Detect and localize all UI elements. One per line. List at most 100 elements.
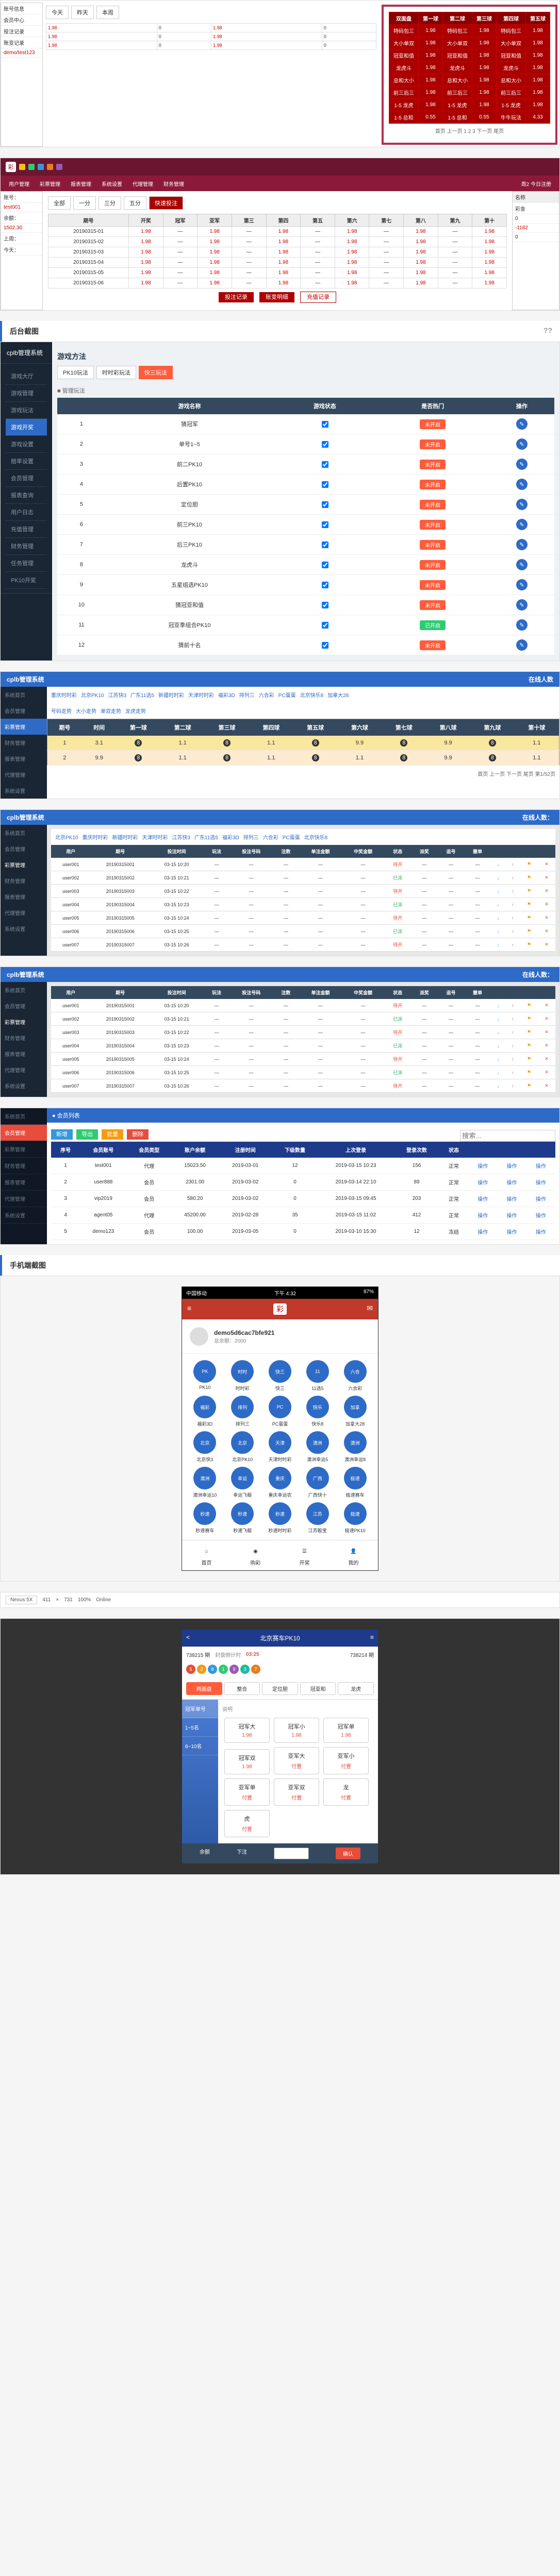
bet-option[interactable]: 虎付置 xyxy=(224,1810,270,1837)
row-action[interactable]: 操作 xyxy=(477,1180,488,1186)
action-icon[interactable]: ✕ xyxy=(545,1043,549,1048)
device-select[interactable]: Nexus 5X xyxy=(6,1596,37,1604)
action-icon[interactable]: ⚑ xyxy=(527,1070,531,1075)
edit-btn[interactable]: ✎ xyxy=(516,438,528,450)
action-icon[interactable]: ✕ xyxy=(545,1016,549,1021)
pager[interactable]: 首页 上一页 下一页 尾页 第1/52页 xyxy=(47,766,559,782)
sidebar-item[interactable]: 任务管理 xyxy=(6,555,47,572)
tab-buy[interactable]: ◉购彩 xyxy=(231,1540,280,1570)
action-icon[interactable]: ✕ xyxy=(545,942,549,947)
sidebar-item[interactable]: PK10开奖 xyxy=(6,572,47,589)
row-action[interactable]: 操作 xyxy=(536,1164,546,1170)
action-icon[interactable]: ↓ xyxy=(497,862,500,867)
nav-item[interactable]: 代理管理 xyxy=(129,179,156,189)
action-icon[interactable]: ✕ xyxy=(545,861,549,867)
nav-item[interactable]: 报表管理 xyxy=(68,179,94,189)
sidebar-item[interactable]: 会员管理 xyxy=(6,470,47,487)
action-icon[interactable]: ✕ xyxy=(545,1083,549,1088)
game-icon[interactable]: 澳洲澳洲幸运10 xyxy=(188,1467,222,1498)
game-icon[interactable]: 江苏江苏骰宝 xyxy=(301,1502,334,1534)
game-icon[interactable]: 快乐快乐8 xyxy=(301,1396,334,1427)
game-icon[interactable]: 极速极速赛车 xyxy=(338,1467,372,1498)
action-icon[interactable]: ⚑ xyxy=(527,915,531,920)
row-action[interactable]: 操作 xyxy=(477,1213,488,1219)
bet-option[interactable]: 龙付置 xyxy=(323,1778,369,1806)
tab[interactable]: 昨天 xyxy=(71,6,94,19)
color-dot[interactable] xyxy=(38,164,44,170)
sidebar-item[interactable]: 报表查询 xyxy=(6,487,47,504)
row-action[interactable]: 操作 xyxy=(507,1230,517,1235)
edit-btn[interactable]: ✎ xyxy=(516,499,528,510)
game-icon[interactable]: 1111选5 xyxy=(301,1360,334,1392)
game-icon[interactable]: 北京北京PK10 xyxy=(226,1431,259,1463)
footer-btn[interactable]: 充值记录 xyxy=(300,292,336,303)
action-icon[interactable]: ↓ xyxy=(497,929,500,934)
game-icon[interactable]: 六合六合彩 xyxy=(338,1360,372,1392)
game-icon[interactable]: 重庆重庆幸运农 xyxy=(263,1467,297,1498)
edit-btn[interactable]: ✎ xyxy=(516,459,528,470)
mode-tab[interactable]: 龙虎 xyxy=(338,1682,374,1695)
game-icon[interactable]: 福彩福彩3D xyxy=(188,1396,222,1427)
sidebar-item[interactable]: 赔率设置 xyxy=(6,453,47,470)
row-action[interactable]: 操作 xyxy=(507,1180,517,1186)
bet-option[interactable]: 亚军单付置 xyxy=(224,1778,270,1806)
action-icon[interactable]: ⚑ xyxy=(527,928,531,934)
edit-btn[interactable]: ✎ xyxy=(516,639,528,651)
action-icon[interactable]: ✕ xyxy=(545,888,549,893)
status-toggle[interactable] xyxy=(322,481,328,488)
action-icon[interactable]: ↑ xyxy=(512,862,514,867)
sidebar-item[interactable]: 财务管理 xyxy=(6,538,47,555)
btn-add[interactable]: 新增 xyxy=(51,1129,73,1140)
sidebar-item[interactable]: 游戏大厅 xyxy=(6,368,47,385)
action-icon[interactable]: ✕ xyxy=(545,915,549,920)
game-icon[interactable]: 北京北京快3 xyxy=(188,1431,222,1463)
bet-option[interactable]: 冠军小1.98 xyxy=(274,1718,319,1743)
action-icon[interactable]: ⚑ xyxy=(527,861,531,867)
action-icon[interactable]: ↑ xyxy=(512,1003,514,1008)
status-toggle[interactable] xyxy=(322,421,328,428)
row-action[interactable]: 操作 xyxy=(507,1197,517,1202)
tab[interactable]: 本周 xyxy=(96,6,119,19)
game-icon[interactable]: 广西广西快十 xyxy=(301,1467,334,1498)
bet-option[interactable]: 亚军双付置 xyxy=(274,1778,319,1806)
action-icon[interactable]: ↓ xyxy=(497,1043,500,1048)
row-action[interactable]: 操作 xyxy=(536,1197,546,1202)
action-icon[interactable]: ↓ xyxy=(497,1070,500,1075)
sidebar-item[interactable]: 游戏玩法 xyxy=(6,402,47,419)
color-dot[interactable] xyxy=(56,164,62,170)
bet-option[interactable]: 冠军大1.98 xyxy=(224,1718,270,1743)
action-icon[interactable]: ✕ xyxy=(545,1029,549,1035)
game-icon[interactable]: 快三快三 xyxy=(263,1360,297,1392)
nav-item[interactable]: 彩票管理 xyxy=(37,179,63,189)
hot-toggle[interactable]: 未开启 xyxy=(420,580,446,590)
game-icon[interactable]: 澳洲澳洲幸运5 xyxy=(301,1431,334,1463)
mode-tab[interactable]: 整合 xyxy=(224,1682,260,1695)
game-icon[interactable]: 幸运幸运飞艇 xyxy=(226,1467,259,1498)
action-icon[interactable]: ✕ xyxy=(545,928,549,934)
edit-btn[interactable]: ✎ xyxy=(516,519,528,530)
bet-option[interactable]: 亚军大付置 xyxy=(274,1747,319,1774)
action-icon[interactable]: ⚑ xyxy=(527,1016,531,1021)
action-icon[interactable]: ⚑ xyxy=(527,1043,531,1048)
action-icon[interactable]: ↑ xyxy=(512,942,514,947)
row-action[interactable]: 操作 xyxy=(477,1197,488,1202)
action-icon[interactable]: ↑ xyxy=(512,916,514,921)
edit-btn[interactable]: ✎ xyxy=(516,559,528,570)
action-icon[interactable]: ⚑ xyxy=(527,1003,531,1008)
hot-toggle[interactable]: 未开启 xyxy=(420,600,446,610)
tab-result[interactable]: ☰开奖 xyxy=(280,1540,329,1570)
game-icon[interactable]: 秒速秒速飞艇 xyxy=(226,1502,259,1534)
menu-icon[interactable]: ≡ xyxy=(370,1634,374,1642)
action-icon[interactable]: ↓ xyxy=(497,889,500,894)
game-icon[interactable]: 极速极速PK10 xyxy=(338,1502,372,1534)
bet-option[interactable]: 冠军双1.98 xyxy=(224,1749,270,1774)
hot-toggle[interactable]: 未开启 xyxy=(420,540,446,550)
tab-home[interactable]: ⌂首页 xyxy=(182,1540,231,1570)
tab-me[interactable]: 👤我的 xyxy=(329,1540,378,1570)
color-dot[interactable] xyxy=(28,164,35,170)
sidebar-item[interactable]: 充值管理 xyxy=(6,521,47,538)
nav-item[interactable]: 系统设置 xyxy=(98,179,125,189)
edit-btn[interactable]: ✎ xyxy=(516,418,528,430)
action-icon[interactable]: ↓ xyxy=(497,1016,500,1022)
edit-btn[interactable]: ✎ xyxy=(516,579,528,590)
